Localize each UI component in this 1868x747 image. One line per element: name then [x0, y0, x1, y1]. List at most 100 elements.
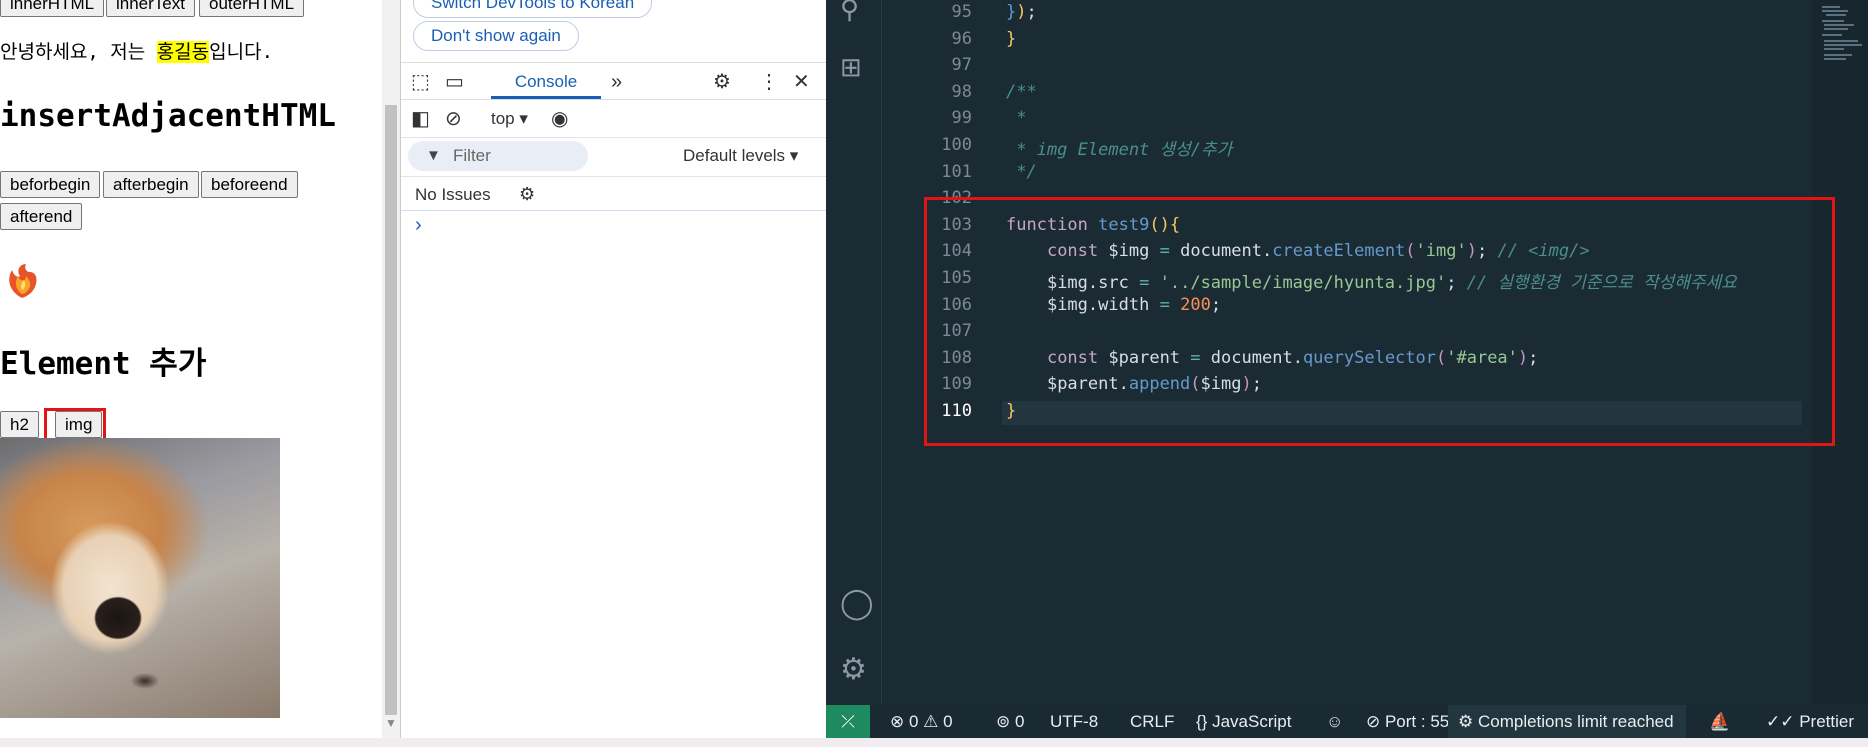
code-line[interactable]: const $parent = document.querySelector('…: [1006, 348, 1538, 368]
h2-button[interactable]: h2: [0, 411, 39, 438]
line-number: 108: [941, 347, 972, 368]
problems-indicator[interactable]: ⊗ 0 ⚠ 0: [890, 705, 953, 738]
settings-gear-icon[interactable]: ⚙: [713, 63, 731, 101]
more-tabs-icon[interactable]: »: [611, 63, 622, 101]
vscode-window: ⚲ ⊞ ◯ ⚙ 95}); 96} 97 98 /** 99 * 100 * img Ele…: [826, 0, 1868, 738]
current-line-highlight: [1002, 401, 1802, 425]
code-line[interactable]: $parent.append($img);: [1006, 374, 1262, 394]
afterbegin-button[interactable]: afterbegin: [103, 171, 199, 198]
greeting-suffix: 입니다.: [209, 41, 274, 63]
clear-console-icon[interactable]: ⊘: [445, 100, 462, 138]
error-count: 0: [908, 712, 919, 731]
code-line[interactable]: }: [1006, 29, 1016, 49]
remote-indicator-icon[interactable]: ⤫: [826, 705, 870, 738]
eol-indicator[interactable]: CRLF: [1130, 705, 1174, 738]
dont-show-again-button[interactable]: Don't show again: [413, 21, 579, 51]
issues-bar: No Issues ⚙: [401, 176, 827, 211]
line-number: 96: [951, 28, 972, 49]
filter-input[interactable]: ▼ Filter: [408, 141, 588, 171]
code-line[interactable]: */: [1006, 162, 1036, 182]
line-number: 101: [941, 161, 972, 182]
code-line[interactable]: function test9(){: [1006, 215, 1180, 235]
line-number: 106: [941, 294, 972, 315]
sidebar-toggle-icon[interactable]: ◧: [411, 100, 430, 138]
code-line[interactable]: }: [1006, 401, 1016, 421]
scroll-down-arrow-icon[interactable]: ▼: [385, 716, 397, 730]
code-line[interactable]: const $img = document.createElement('img…: [1006, 241, 1590, 261]
console-settings-gear-icon[interactable]: ⚙: [519, 177, 535, 212]
outerhtml-button[interactable]: outerHTML: [199, 0, 305, 17]
code-line[interactable]: $img.width = 200;: [1006, 295, 1221, 315]
log-levels-label: Default levels: [683, 146, 786, 165]
beforbegin-button[interactable]: beforbegin: [0, 171, 101, 198]
code-line[interactable]: $img.src = '../sample/image/hyunta.jpg';…: [1006, 268, 1737, 293]
switch-language-button[interactable]: Switch DevTools to Korean: [413, 0, 653, 18]
more-options-icon[interactable]: ⋮: [759, 63, 779, 101]
afterend-button[interactable]: afterend: [0, 203, 83, 230]
code-line[interactable]: *: [1006, 108, 1026, 128]
innertext-button[interactable]: innerText: [106, 0, 195, 17]
log-levels-dropdown[interactable]: Default levels ▾: [683, 141, 798, 171]
ports-indicator[interactable]: ⊚ 0: [996, 705, 1024, 738]
code-line[interactable]: /**: [1006, 82, 1037, 102]
greeting-text: 안녕하세요, 저는 홍길동입니다.: [0, 37, 273, 64]
line-number: 100: [941, 135, 972, 155]
line-number: 110: [941, 401, 972, 421]
completions-label-wrap: ⚙ Completions limit reached: [1458, 712, 1674, 731]
line-number: 99: [951, 108, 972, 129]
img-button[interactable]: img: [55, 411, 103, 438]
line-number: 95: [951, 2, 972, 22]
filter-placeholder: Filter: [453, 146, 491, 165]
code-editor[interactable]: 95}); 96} 97 98 /** 99 * 100 * img Element 생성/…: [882, 0, 1812, 705]
minimap[interactable]: [1812, 0, 1868, 705]
line-number: 97: [951, 55, 972, 76]
phoenix-logo: [9, 264, 37, 298]
line-number: 102: [941, 188, 972, 209]
page-scrollbar-thumb[interactable]: [385, 105, 397, 715]
prettier-label: Prettier: [1799, 712, 1855, 731]
warning-count: 0: [943, 712, 953, 731]
activity-bar: ⚲ ⊞ ◯ ⚙: [826, 0, 882, 705]
inspect-element-icon[interactable]: ⬚: [411, 63, 430, 101]
device-toolbar-icon[interactable]: ▭: [445, 63, 464, 101]
manage-gear-icon[interactable]: ⚙: [840, 652, 867, 687]
language-label: JavaScript: [1212, 712, 1292, 731]
prettier-indicator[interactable]: ✓✓ Prettier: [1766, 705, 1854, 738]
insert-adjacent-heading: insertAdjacentHTML: [0, 98, 336, 134]
line-number: 98: [951, 81, 972, 102]
completions-label: Completions limit reached: [1477, 712, 1674, 731]
filter-funnel-icon: ▼: [426, 147, 441, 164]
completions-status[interactable]: ⚙ Completions limit reached: [1448, 705, 1686, 738]
context-selector[interactable]: top ▾: [491, 100, 528, 138]
context-value: top: [491, 109, 515, 128]
browser-page: innerHTML innerText outerHTML 안녕하세요, 저는 …: [0, 0, 382, 738]
greeting-prefix: 안녕하세요, 저는: [0, 41, 157, 63]
extensions-icon[interactable]: ⊞: [840, 52, 862, 83]
feedback-icon[interactable]: ☺: [1326, 705, 1343, 738]
code-line[interactable]: });: [1006, 2, 1037, 22]
console-prompt-chevron-icon[interactable]: ›: [415, 214, 422, 237]
devtools-panel: Switch DevTools to Korean Don't show aga…: [400, 0, 827, 738]
no-issues-label[interactable]: No Issues: [415, 177, 491, 212]
taskbar-strip: [0, 738, 1868, 747]
code-line[interactable]: * img Element 생성/추가: [1006, 135, 1232, 160]
line-number: 105: [941, 268, 972, 288]
line-number: 103: [941, 214, 972, 235]
tab-console[interactable]: Console: [491, 63, 601, 99]
status-bar: ⤫ ⊗ 0 ⚠ 0 ⊚ 0 UTF-8 CRLF {} JavaScript ☺…: [826, 705, 1868, 738]
beforeend-button[interactable]: beforeend: [201, 171, 298, 198]
innerhtml-button[interactable]: innerHTML: [0, 0, 105, 17]
dog-photo: [0, 438, 280, 718]
devtools-tab-bar: ⬚ ▭ Console » ⚙ ⋮ ✕: [401, 62, 827, 100]
live-expression-eye-icon[interactable]: ◉: [551, 100, 568, 138]
debug-icon[interactable]: ⚲: [840, 0, 859, 25]
copilot-icon[interactable]: ⛵: [1709, 705, 1730, 738]
language-mode[interactable]: {} JavaScript: [1196, 705, 1291, 738]
element-add-heading: Element 추가: [0, 346, 207, 382]
close-icon[interactable]: ✕: [793, 63, 810, 101]
line-number: 107: [941, 321, 972, 342]
console-toolbar: ◧ ⊘ top ▾ ◉: [401, 100, 827, 138]
encoding-indicator[interactable]: UTF-8: [1050, 705, 1098, 738]
line-number: 104: [941, 241, 972, 262]
account-icon[interactable]: ◯: [840, 586, 874, 621]
